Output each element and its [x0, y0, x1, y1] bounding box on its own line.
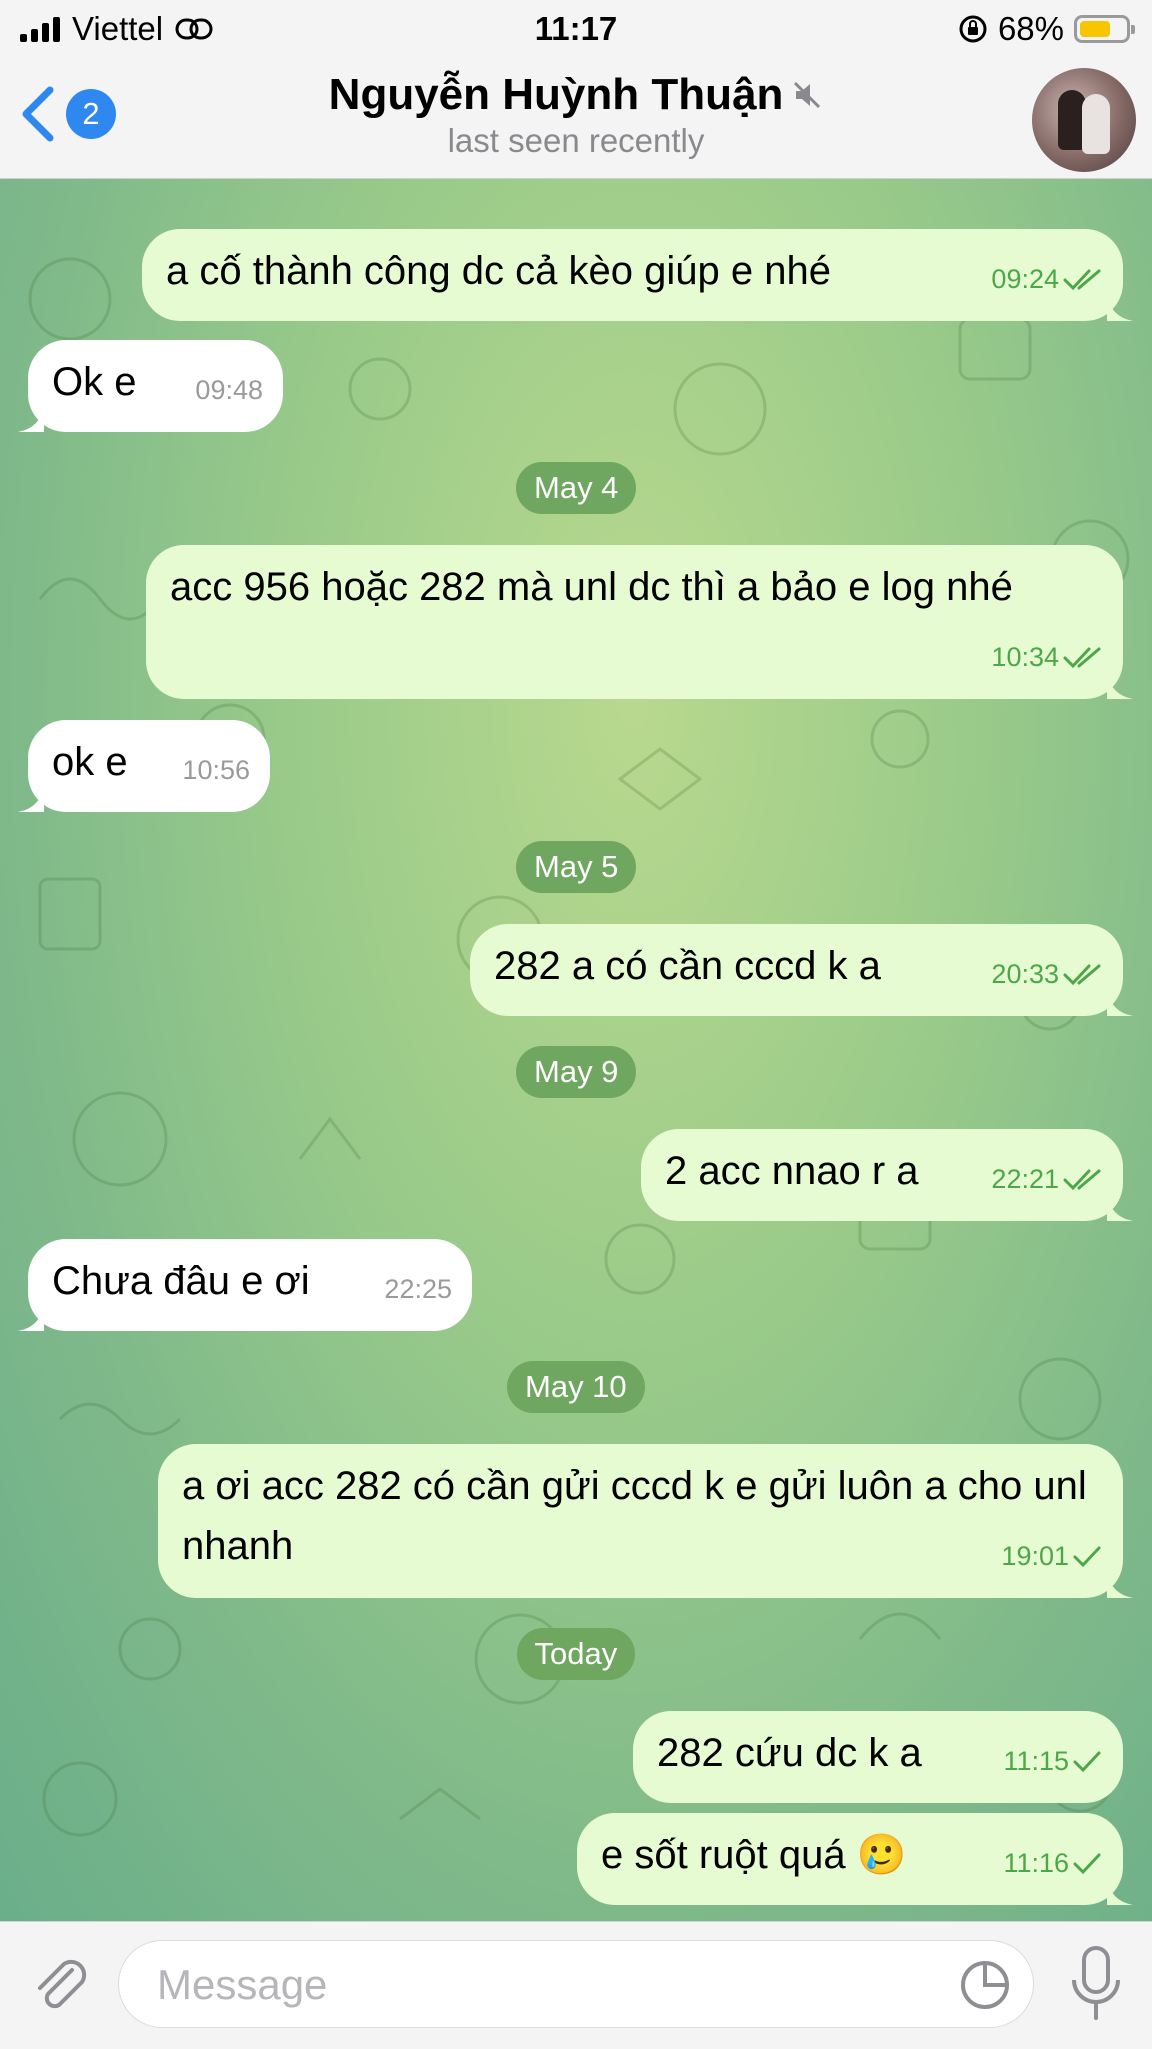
message-time: 09:24 [991, 264, 1059, 294]
message-time: 11:16 [1003, 1848, 1069, 1878]
incoming-message[interactable]: ok e 10:56 [18, 720, 270, 812]
message-text: acc 956 hoặc 282 mà unl dc thì a bảo e l… [170, 565, 1013, 609]
outgoing-message[interactable]: e sốt ruột quá 🥲 11:16 [577, 1813, 1133, 1905]
outgoing-message[interactable]: a ơi acc 282 có cần gửi cccd k e gửi luô… [158, 1444, 1133, 1598]
message-text: a cố thành công dc cả kèo giúp e nhé [166, 249, 831, 293]
double-check-icon [1063, 1169, 1101, 1191]
chat-title: Nguyễn Huỳnh Thuận [329, 70, 824, 120]
message-time: 10:56 [182, 755, 250, 785]
date-separator: May 10 [507, 1361, 645, 1413]
date-separator: Today [516, 1628, 636, 1680]
message-time: 20:33 [991, 959, 1059, 989]
date-separator: May 4 [516, 462, 637, 514]
message-meta: 22:21 [991, 1149, 1103, 1209]
battery-percent: 68% [997, 10, 1064, 47]
bubble-tail [18, 406, 44, 432]
message-time: 22:25 [384, 1274, 452, 1304]
incoming-message[interactable]: Chưa đâu e ơi 22:25 [18, 1239, 472, 1331]
message-meta: 19:01 [1001, 1526, 1103, 1586]
bubble-tail [1107, 1879, 1133, 1905]
avatar-figure [1082, 94, 1110, 154]
message-meta: 11:15 [1003, 1731, 1103, 1791]
message-meta: 22:25 [384, 1259, 452, 1319]
bubble-tail [1107, 673, 1133, 699]
outgoing-message[interactable]: 282 cứu dc k a 11:15 [633, 1711, 1123, 1803]
message-time: 11:15 [1003, 1746, 1069, 1776]
check-icon [1073, 1546, 1101, 1568]
incoming-message[interactable]: Ok e 09:48 [18, 340, 283, 432]
status-bar: Viettel 11:17 68% [0, 0, 1152, 62]
bubble-tail [18, 1305, 44, 1331]
bubble-tail [1107, 1195, 1133, 1221]
message-text: a ơi acc 282 có cần gửi cccd k e gửi luô… [182, 1464, 1087, 1568]
sticker-icon[interactable] [959, 1959, 1011, 2011]
message-input[interactable] [155, 1941, 939, 2029]
composer-bar [0, 1921, 1152, 2049]
contact-name: Nguyễn Huỳnh Thuận [328, 70, 784, 119]
chat-header: 2 Nguyễn Huỳnh Thuận last seen recently [0, 62, 1152, 179]
status-right: 68% [958, 10, 1135, 48]
chat-title-block[interactable]: Nguyễn Huỳnh Thuận last seen recently [0, 70, 1152, 160]
date-separator: May 5 [516, 841, 637, 893]
check-icon [1073, 1751, 1101, 1773]
outgoing-message[interactable]: acc 956 hoặc 282 mà unl dc thì a bảo e l… [146, 545, 1133, 699]
contact-avatar[interactable] [1032, 68, 1136, 172]
outgoing-message[interactable]: 282 a có cần cccd k a 20:33 [470, 924, 1133, 1016]
bubble-tail [1107, 1572, 1133, 1598]
double-check-icon [1063, 647, 1101, 669]
bubble-tail [1107, 295, 1133, 321]
message-field[interactable] [118, 1940, 1034, 2029]
message-meta: 11:16 [1003, 1833, 1103, 1893]
last-seen-status: last seen recently [447, 122, 705, 159]
double-check-icon [1063, 964, 1101, 986]
message-meta: 10:34 [991, 627, 1103, 687]
microphone-icon[interactable] [1068, 1944, 1124, 2024]
message-meta: 09:48 [195, 360, 263, 420]
attach-icon[interactable] [28, 1952, 92, 2016]
message-time: 10:34 [991, 642, 1059, 672]
message-meta: 20:33 [991, 944, 1103, 1004]
rotation-lock-icon [959, 15, 987, 43]
battery-icon [1074, 15, 1135, 43]
outgoing-message[interactable]: 2 acc nnao r a 22:21 [641, 1129, 1133, 1221]
bubble-tail [18, 786, 44, 812]
message-time: 09:48 [195, 375, 263, 405]
double-check-icon [1063, 269, 1101, 291]
message-meta: 09:24 [991, 249, 1103, 309]
outgoing-message[interactable]: a cố thành công dc cả kèo giúp e nhé 09:2… [142, 229, 1133, 321]
bubble-tail [1107, 990, 1133, 1016]
message-time: 19:01 [1001, 1541, 1069, 1571]
chat-area[interactable]: a cố thành công dc cả kèo giúp e nhé 09:2… [0, 179, 1152, 1921]
check-icon [1073, 1853, 1101, 1875]
message-time: 22:21 [991, 1164, 1059, 1194]
message-meta: 10:56 [182, 740, 250, 800]
muted-speaker-icon [794, 81, 821, 109]
date-separator: May 9 [516, 1046, 637, 1098]
battery-fill [1080, 21, 1110, 37]
